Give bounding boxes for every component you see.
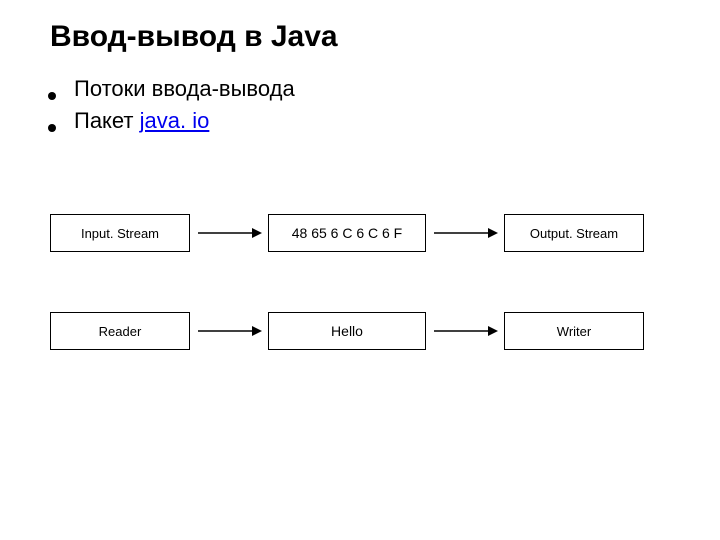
bullet-dot-icon (48, 124, 56, 132)
bullet-text-2: Пакет java. io (74, 108, 209, 134)
diagram-row-1: Input. Stream 48 65 6 C 6 C 6 F Output. … (50, 214, 690, 252)
box-inputstream: Input. Stream (50, 214, 190, 252)
box-hexbytes: 48 65 6 C 6 C 6 F (268, 214, 426, 252)
box-outputstream: Output. Stream (504, 214, 644, 252)
bullet-list: Потоки ввода-вывода Пакет java. io (48, 76, 690, 134)
bullet-item-2: Пакет java. io (48, 108, 690, 134)
box-reader: Reader (50, 312, 190, 350)
slide-container: Ввод-вывод в Java Потоки ввода-вывода Па… (0, 0, 720, 540)
bullet-item-1: Потоки ввода-вывода (48, 76, 690, 102)
bullet-text-1: Потоки ввода-вывода (74, 76, 295, 102)
bullet-text-2-prefix: Пакет (74, 108, 140, 133)
diagram-area: Input. Stream 48 65 6 C 6 C 6 F Output. … (50, 214, 690, 350)
diagram-row-2: Reader Hello Writer (50, 312, 690, 350)
slide-title: Ввод-вывод в Java (50, 20, 690, 54)
box-writer: Writer (504, 312, 644, 350)
arrow-icon (430, 321, 500, 341)
javaio-link[interactable]: java. io (140, 108, 210, 133)
box-hello: Hello (268, 312, 426, 350)
bullet-dot-icon (48, 92, 56, 100)
arrow-icon (430, 223, 500, 243)
arrow-icon (194, 223, 264, 243)
arrow-icon (194, 321, 264, 341)
